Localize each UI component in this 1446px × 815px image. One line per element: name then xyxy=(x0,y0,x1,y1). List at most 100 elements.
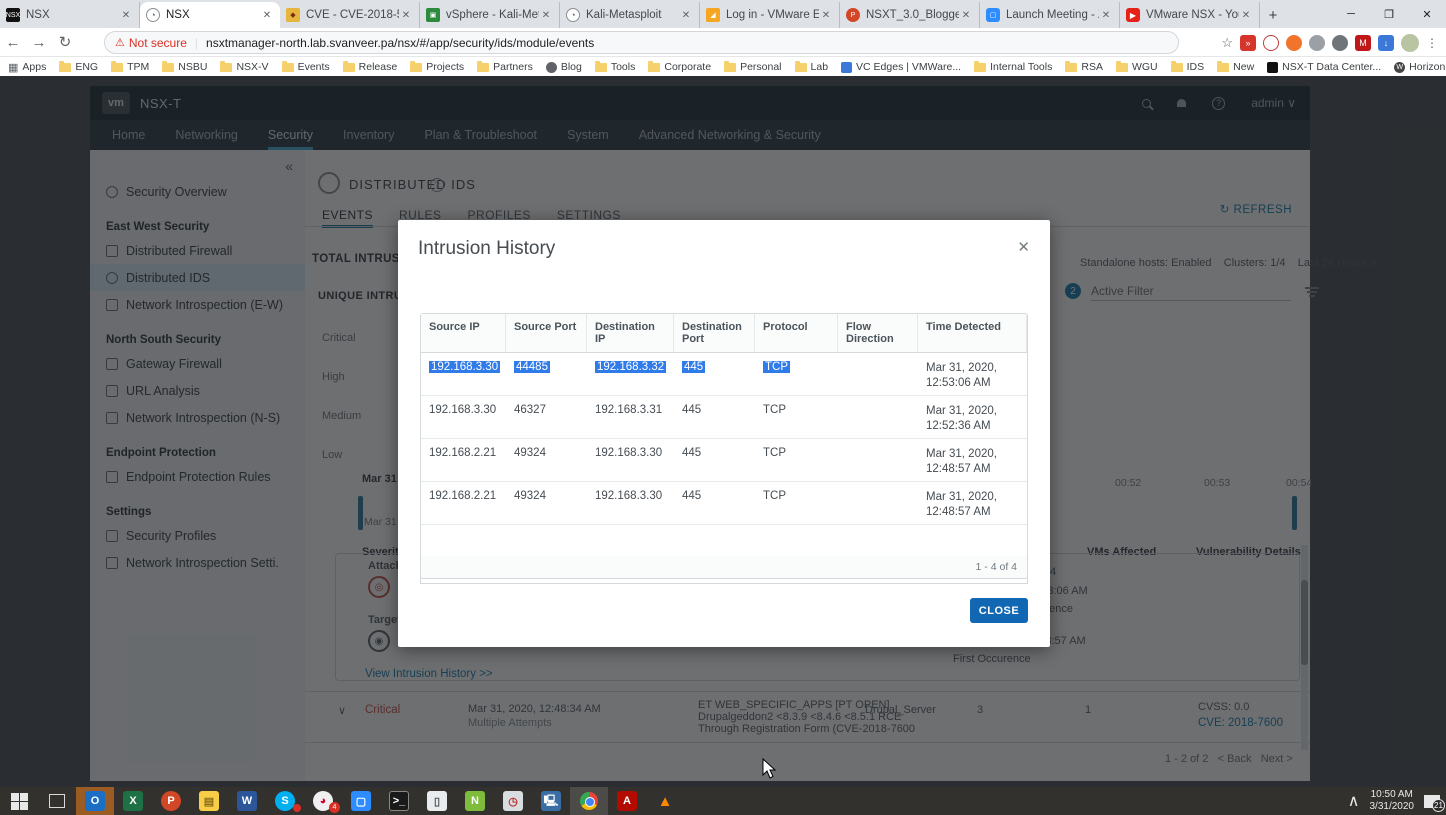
bookmark-folder[interactable]: RSA xyxy=(1065,61,1103,73)
bookmark-folder[interactable]: Internal Tools xyxy=(974,61,1052,73)
taskbar-file-explorer[interactable]: ▤ xyxy=(190,787,228,815)
forward-button[interactable]: → xyxy=(26,34,52,51)
extension-icon-2[interactable] xyxy=(1263,35,1279,51)
col-destination-port[interactable]: Destination Port xyxy=(674,314,755,352)
taskbar-clock-app[interactable]: ◷ xyxy=(494,787,532,815)
taskbar-zoom[interactable]: ▢ xyxy=(342,787,380,815)
bookmark-star-icon[interactable]: ☆ xyxy=(1221,35,1233,51)
tab-close-icon[interactable]: ✕ xyxy=(399,10,413,21)
clock[interactable]: 10:50 AM3/31/2020 xyxy=(1370,789,1415,813)
bookmark-folder[interactable]: Partners xyxy=(477,61,533,73)
extension-icon-1[interactable]: » xyxy=(1240,35,1256,51)
taskbar-chrome[interactable] xyxy=(570,787,608,815)
taskbar-terminal[interactable]: >_ xyxy=(380,787,418,815)
col-source-port[interactable]: Source Port xyxy=(506,314,587,352)
url-text[interactable]: nsxtmanager-north.lab.svanveer.pa/nsx/#/… xyxy=(206,36,594,50)
tab-esxi[interactable]: ◢Log in - VMware ESXi✕ xyxy=(700,2,840,28)
taskbar-notepad[interactable]: ▯ xyxy=(418,787,456,815)
bookmark-folder[interactable]: Projects xyxy=(410,61,464,73)
bookmark-vc-edges[interactable]: VC Edges | VMWare... xyxy=(841,61,961,73)
bookmark-folder[interactable]: NSBU xyxy=(162,61,207,73)
back-button[interactable]: ← xyxy=(0,34,26,51)
tab-close-icon[interactable]: ✕ xyxy=(260,10,274,21)
bookmark-folder[interactable]: Personal xyxy=(724,61,781,73)
taskbar-outlook[interactable]: O xyxy=(76,787,114,815)
bookmark-folder[interactable]: Corporate xyxy=(648,61,711,73)
taskbar-remote-desktop[interactable]: 🖳 xyxy=(532,787,570,815)
tab-vsphere[interactable]: ▣vSphere - Kali-Metaspl...✕ xyxy=(420,2,560,28)
col-protocol[interactable]: Protocol xyxy=(755,314,838,352)
table-row[interactable]: 192.168.2.21 49324 192.168.3.30 445 TCP … xyxy=(421,439,1027,482)
tab-close-icon[interactable]: ✕ xyxy=(1239,10,1253,21)
folder-icon xyxy=(282,63,294,72)
bookmark-horizon[interactable]: WHorizon View and V... xyxy=(1394,61,1446,73)
bookmark-blog[interactable]: Blog xyxy=(546,61,582,73)
tab-kali[interactable]: ◔Kali-Metasploit✕ xyxy=(560,2,700,28)
bookmark-folder[interactable]: Tools xyxy=(595,61,636,73)
address-bar[interactable]: ⚠ Not secure | nsxtmanager-north.lab.sva… xyxy=(104,31,1179,54)
bookmark-apps[interactable]: ▦Apps xyxy=(8,61,46,74)
profile-avatar[interactable] xyxy=(1401,34,1419,52)
close-window-button[interactable]: ✕ xyxy=(1408,0,1446,28)
tab-close-icon[interactable]: ✕ xyxy=(679,10,693,21)
tab-cve[interactable]: ◆CVE - CVE-2018-5993✕ xyxy=(280,2,420,28)
taskbar-word[interactable]: W xyxy=(228,787,266,815)
zoom-icon: ▢ xyxy=(986,8,1000,22)
tab-close-icon[interactable]: ✕ xyxy=(119,10,133,21)
new-tab-button[interactable]: + xyxy=(1260,2,1286,28)
folder-icon xyxy=(343,63,355,72)
taskbar-skype[interactable]: S xyxy=(266,787,304,815)
col-destination-ip[interactable]: Destination IP xyxy=(587,314,674,352)
task-view-button[interactable] xyxy=(38,787,76,815)
reload-button[interactable]: ↻ xyxy=(52,33,78,51)
bookmark-folder[interactable]: Events xyxy=(282,61,330,73)
col-time-detected[interactable]: Time Detected xyxy=(918,314,1027,352)
taskbar-app-with-badge[interactable]: ◕4 xyxy=(304,787,342,815)
restore-button[interactable]: ❐ xyxy=(1370,0,1408,28)
table-footer: 1 - 4 of 4 xyxy=(420,556,1028,579)
tab-close-icon[interactable]: ✕ xyxy=(539,10,553,21)
modal-close-icon[interactable]: ✕ xyxy=(1017,238,1030,256)
bookmark-folder[interactable]: WGU xyxy=(1116,61,1158,73)
extension-icon-3[interactable] xyxy=(1286,35,1302,51)
notepad-plus-icon: N xyxy=(465,791,485,811)
browser-menu-icon[interactable]: ⋮ xyxy=(1426,36,1438,50)
extension-icon-5[interactable] xyxy=(1332,35,1348,51)
tab-youtube[interactable]: ▶VMware NSX - YouTub...✕ xyxy=(1120,2,1260,28)
vsphere-icon: ▣ xyxy=(426,8,440,22)
minimize-button[interactable]: ─ xyxy=(1332,0,1370,28)
bookmark-folder[interactable]: NSX-V xyxy=(220,61,268,73)
start-button[interactable] xyxy=(0,787,38,815)
extension-icon-6[interactable]: M xyxy=(1355,35,1371,51)
table-row[interactable]: 192.168.3.30 46327 192.168.3.31 445 TCP … xyxy=(421,396,1027,439)
bookmark-folder[interactable]: IDS xyxy=(1171,61,1205,73)
bookmark-folder[interactable]: Lab xyxy=(795,61,829,73)
table-row[interactable]: 192.168.2.21 49324 192.168.3.30 445 TCP … xyxy=(421,482,1027,525)
bookmark-folder[interactable]: TPM xyxy=(111,61,149,73)
tab-close-icon[interactable]: ✕ xyxy=(819,10,833,21)
taskbar-vlc[interactable]: ▲ xyxy=(646,787,684,815)
tab-close-icon[interactable]: ✕ xyxy=(959,10,973,21)
table-row[interactable]: 192.168.3.30 44485 192.168.3.32 445 TCP … xyxy=(421,353,1027,396)
bookmark-folder[interactable]: New xyxy=(1217,61,1254,73)
tab-nsx-1[interactable]: NSXNSX✕ xyxy=(0,2,140,28)
bookmark-nsxt[interactable]: NSX-T Data Center... xyxy=(1267,61,1381,73)
extension-icon-4[interactable] xyxy=(1309,35,1325,51)
bookmark-folder[interactable]: Release xyxy=(343,61,398,73)
col-flow-direction[interactable]: Flow Direction xyxy=(838,314,918,352)
bookmark-folder[interactable]: ENG xyxy=(59,61,98,73)
not-secure-label[interactable]: Not secure xyxy=(129,36,187,50)
taskbar-notepad-plus[interactable]: N xyxy=(456,787,494,815)
extension-icon-7[interactable]: ↓ xyxy=(1378,35,1394,51)
tab-pptx[interactable]: PNSXT_3.0_Blogger.pptx✕ xyxy=(840,2,980,28)
tab-zoom[interactable]: ▢Launch Meeting - Zoo...✕ xyxy=(980,2,1120,28)
tray-expand-icon[interactable]: ∧ xyxy=(1348,791,1360,811)
taskbar-powerpoint[interactable]: P xyxy=(152,787,190,815)
col-source-ip[interactable]: Source IP xyxy=(421,314,506,352)
taskbar-excel[interactable]: X xyxy=(114,787,152,815)
close-button[interactable]: CLOSE xyxy=(970,598,1028,623)
tab-close-icon[interactable]: ✕ xyxy=(1099,10,1113,21)
action-center-icon[interactable]: 21 xyxy=(1424,795,1440,808)
taskbar-acrobat[interactable]: A xyxy=(608,787,646,815)
tab-nsx-2-active[interactable]: ◔NSX✕ xyxy=(140,2,280,28)
